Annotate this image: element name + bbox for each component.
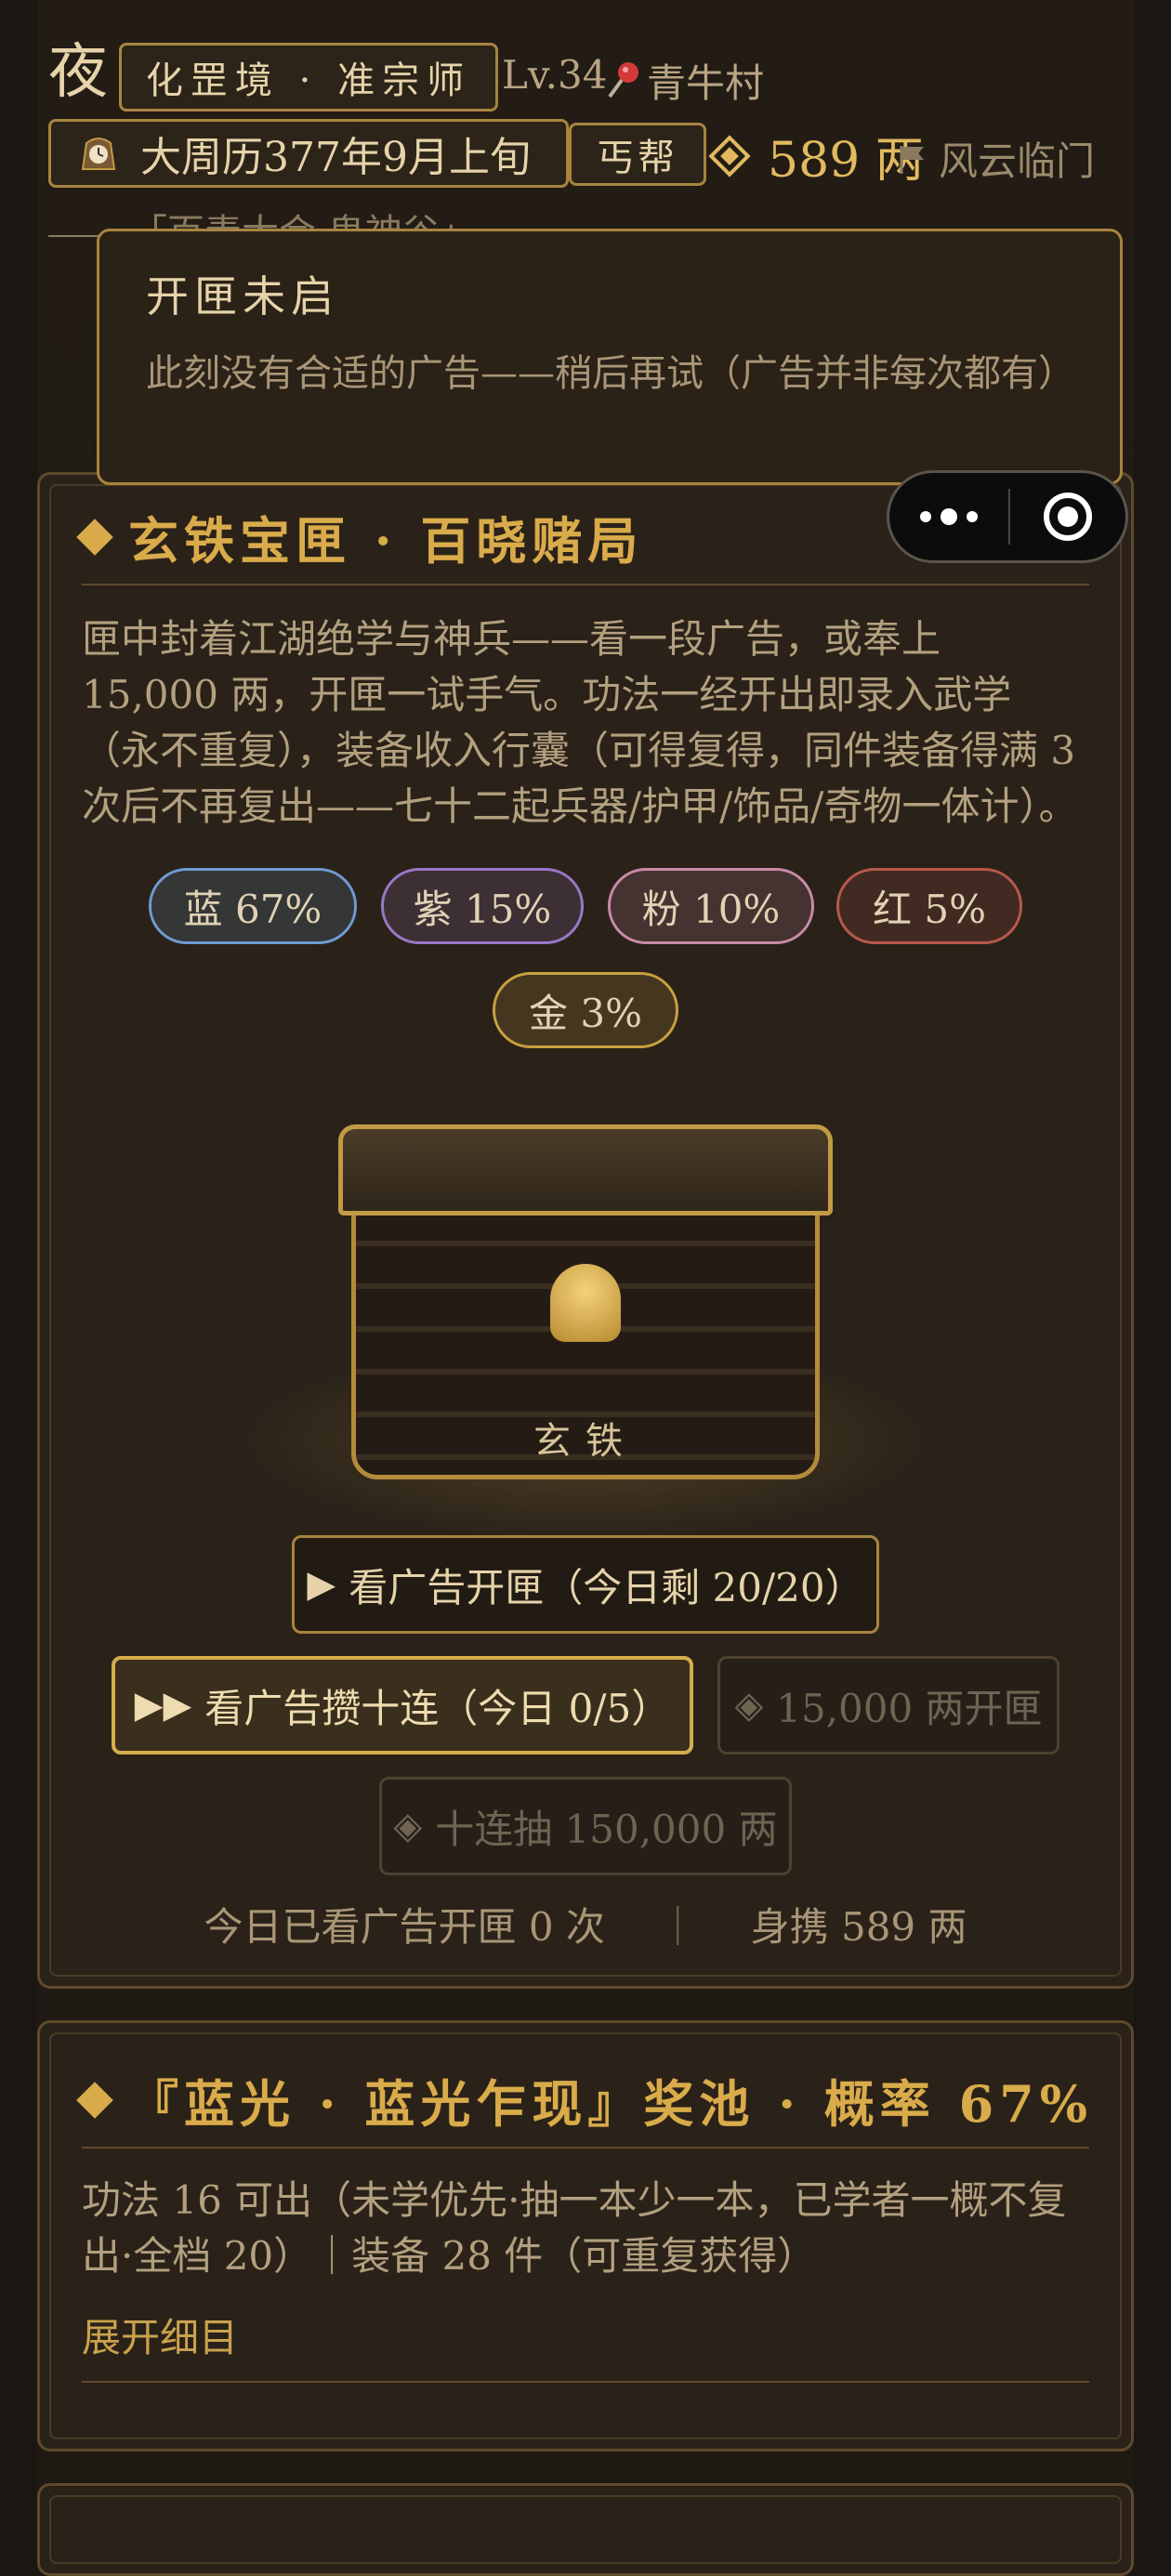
toast-title: 开匣未启	[146, 271, 339, 322]
level-label: Lv.34	[502, 52, 608, 98]
faction-link[interactable]: 风云临门	[896, 130, 1095, 187]
miniprogram-capsule	[887, 470, 1128, 563]
faction-text: 风云临门	[939, 138, 1096, 184]
pool-panel-title: 『蓝光 · 蓝光乍现』奖池 · 概率 67%	[76, 2063, 1094, 2136]
gang-badge[interactable]: 丐帮	[569, 123, 706, 186]
rate-pill-purple: 紫 15%	[381, 868, 584, 944]
rate-pill-pink: 粉 10%	[608, 868, 814, 944]
ads-watched-count: 今日已看广告开匣 0 次	[204, 1904, 605, 1950]
chest-panel-title-text: 玄铁宝匣 · 百晓赌局	[128, 511, 644, 571]
watch-ad-ten-label: 看广告攒十连（今日 0/5）	[204, 1685, 671, 1731]
clock-icon	[81, 138, 116, 170]
chest-lock-icon	[550, 1264, 621, 1342]
rate-pill-red: 红 5%	[836, 868, 1022, 944]
divider	[82, 2147, 1089, 2149]
double-play-icon: ▶▶	[134, 1684, 192, 1727]
watch-ad-open-button[interactable]: ▶ 看广告开匣（今日剩 20/20）	[292, 1535, 879, 1634]
expand-details-link[interactable]: 展开细目	[82, 2307, 238, 2363]
stats-separator: ｜	[658, 1904, 698, 1950]
chest-panel-title: 玄铁宝匣 · 百晓赌局	[76, 500, 644, 573]
more-dots-icon[interactable]	[889, 508, 1008, 525]
toast-notification: 开匣未启 此刻没有合适的广告——稍后再试（广告并非每次都有）	[97, 229, 1123, 485]
silver-coin-icon: ◈	[734, 1684, 764, 1727]
calendar-date: 大周历377年9月上旬	[48, 119, 569, 188]
silver-ten-label: 十连抽 150,000 两	[435, 1806, 778, 1852]
divider	[82, 2381, 1089, 2383]
time-of-day-indicator: 夜	[48, 38, 108, 107]
pool-panel-title-text: 『蓝光 · 蓝光乍现』奖池 · 概率 67%	[128, 2074, 1094, 2134]
toast-message: 此刻没有合适的广告——稍后再试（广告并非每次都有）	[146, 352, 1075, 395]
silver-open-button[interactable]: ◈ 15,000 两开匣	[717, 1656, 1059, 1755]
location-label[interactable]: 青牛村	[647, 52, 764, 109]
next-panel	[37, 2483, 1134, 2576]
flag-icon	[900, 145, 924, 174]
rate-pill-gold: 金 3%	[493, 972, 678, 1048]
watch-ad-open-label: 看广告开匣（今日剩 20/20）	[349, 1564, 864, 1610]
location-pin-icon	[608, 62, 638, 99]
watch-ad-ten-button[interactable]: ▶▶ 看广告攒十连（今日 0/5）	[112, 1656, 693, 1755]
diamond-bullet-icon	[76, 2081, 113, 2119]
divider	[82, 584, 1089, 585]
chest-label: 玄铁	[533, 1420, 638, 1463]
carried-silver: 身携 589 两	[750, 1904, 967, 1950]
chest-description: 匣中封着江湖绝学与神兵——看一段广告，或奉上 15,000 两，开匣一试手气。功…	[82, 616, 1078, 829]
play-icon: ▶	[307, 1563, 336, 1606]
silver-coin-icon	[708, 134, 751, 177]
target-circle-icon[interactable]	[1010, 493, 1125, 541]
chest-stats: 今日已看广告开匣 0 次 ｜ 身携 589 两	[37, 1896, 1134, 1952]
chest-lid[interactable]	[338, 1124, 833, 1216]
diamond-bullet-icon	[76, 518, 113, 556]
date-text: 大周历377年9月上旬	[140, 134, 531, 181]
silver-coin-icon: ◈	[393, 1805, 423, 1847]
realm-badge: 化罡境 · 准宗师	[119, 43, 498, 112]
pool-description: 功法 16 可出（未学优先·抽一本少一本，已学者一概不复出·全档 20）｜装备 …	[82, 2177, 1067, 2279]
silver-balance: 589 两	[708, 121, 924, 191]
silver-ten-button[interactable]: ◈ 十连抽 150,000 两	[379, 1777, 792, 1875]
silver-open-label: 15,000 两开匣	[776, 1685, 1043, 1731]
rate-pill-blue: 蓝 67%	[149, 868, 357, 944]
